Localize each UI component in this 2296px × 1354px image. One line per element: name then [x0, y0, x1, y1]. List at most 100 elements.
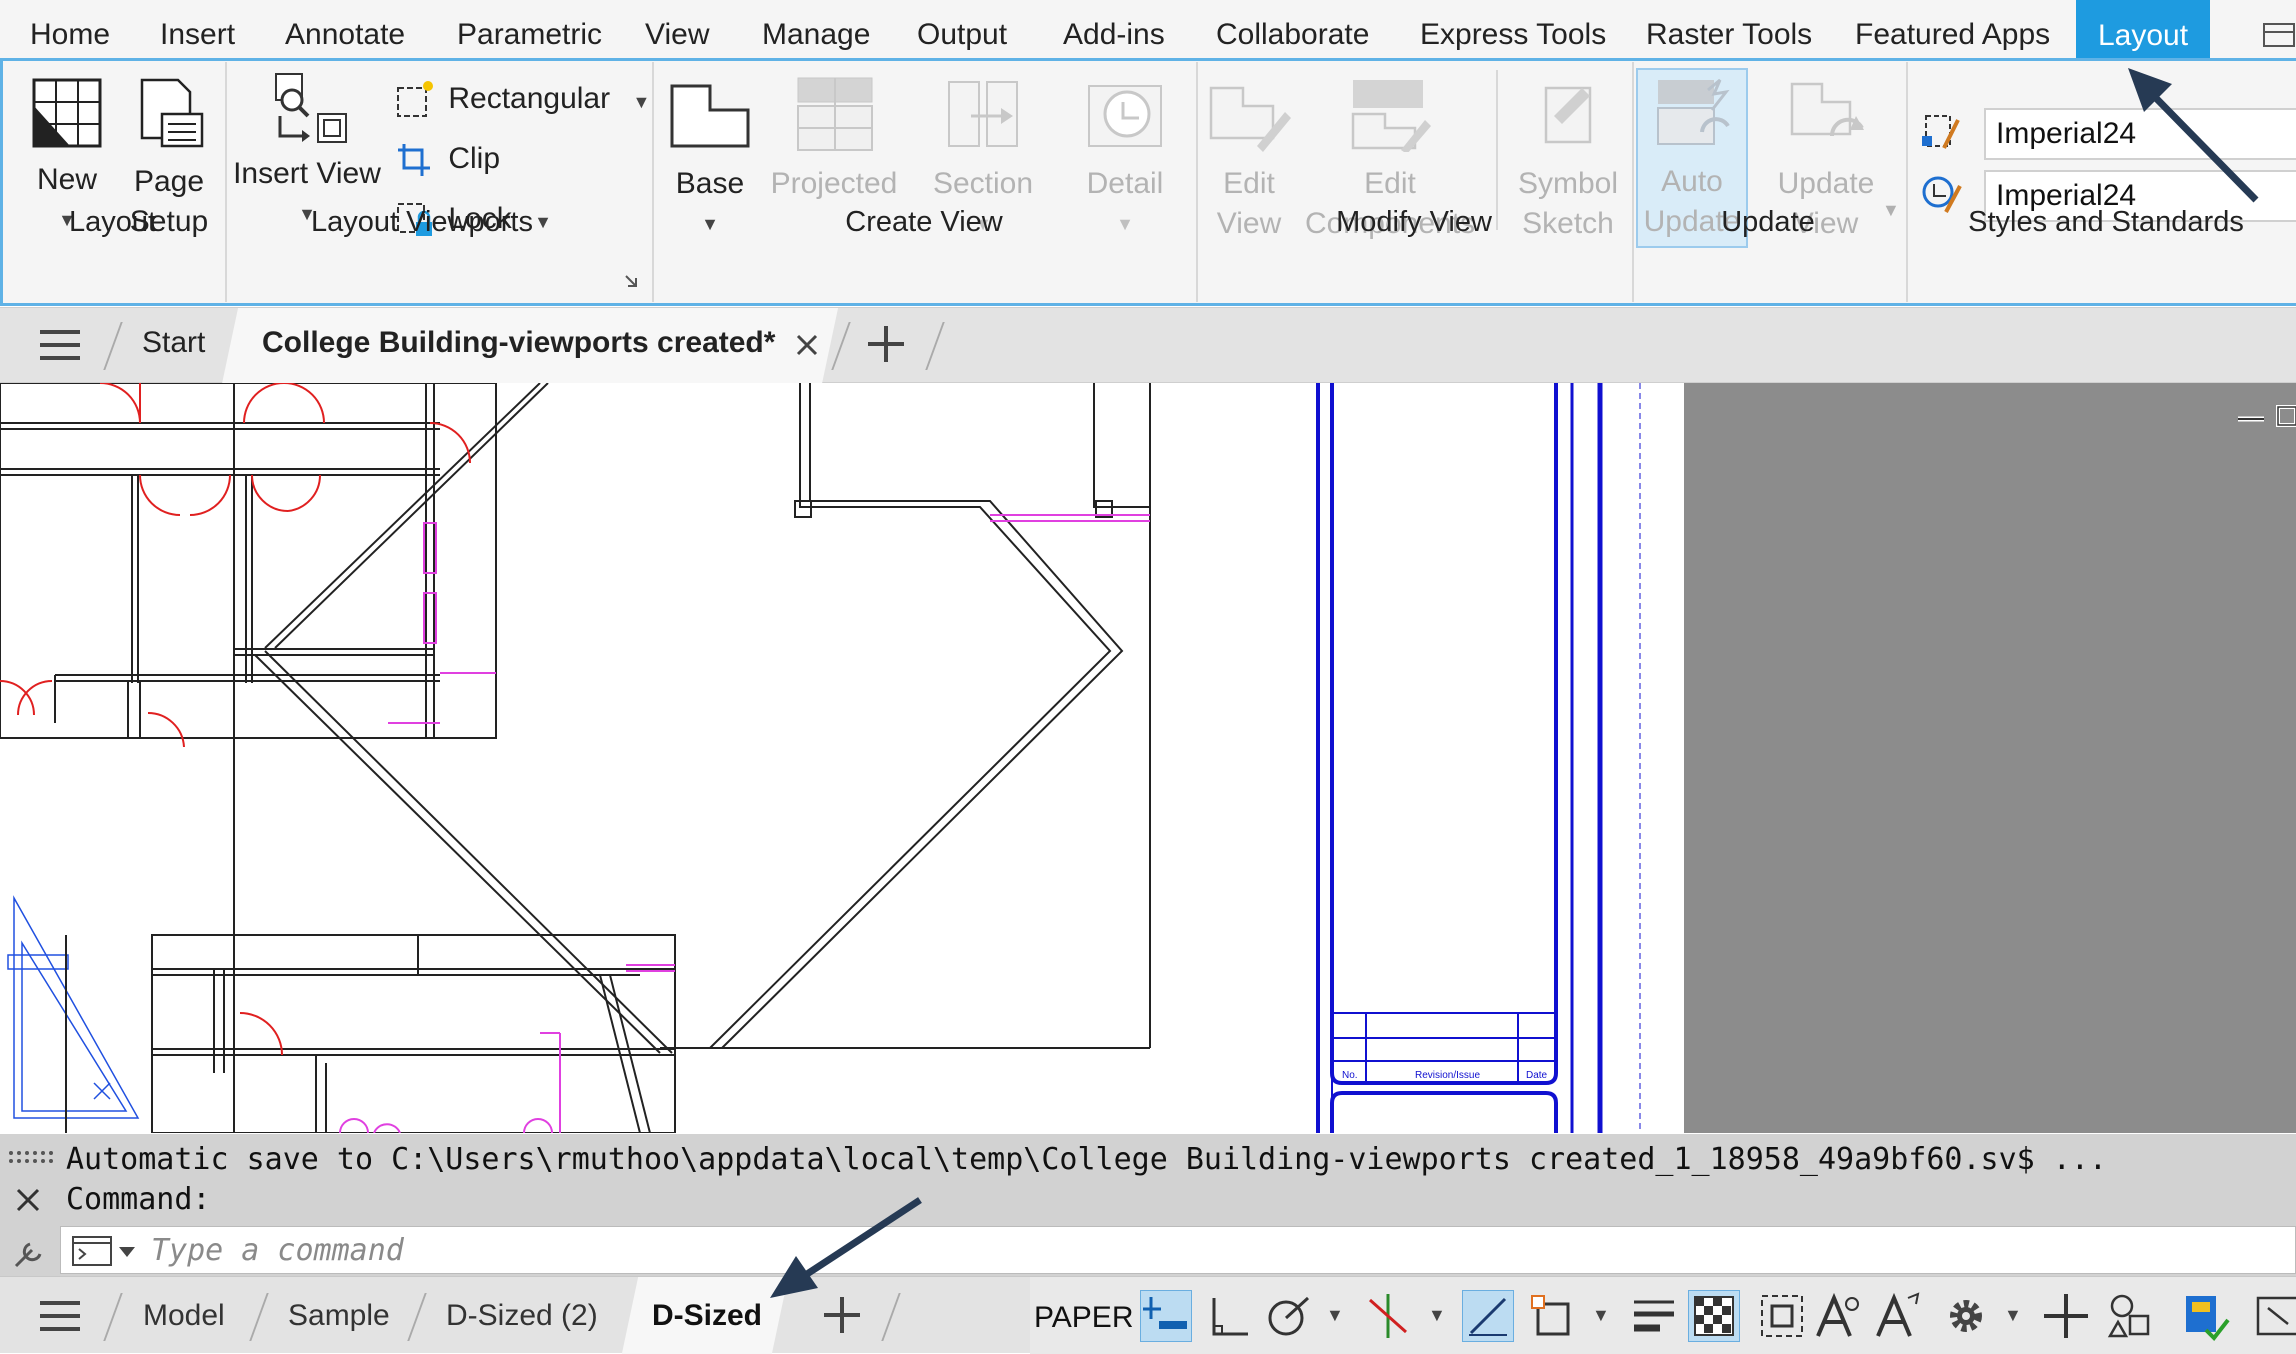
- drawing-canvas[interactable]: No. Revision/Issue Date: [0, 383, 2296, 1133]
- command-placeholder: Type a command: [151, 1233, 404, 1268]
- tab-annotate[interactable]: Annotate: [285, 0, 405, 60]
- polar-tracking-icon[interactable]: [1262, 1290, 1314, 1342]
- command-history-line-2: Command:: [66, 1182, 211, 1217]
- layout-tab-model[interactable]: Model: [143, 1299, 225, 1333]
- hardware-acceleration-icon[interactable]: [2180, 1290, 2232, 1342]
- rectangular-label: Rectangular: [448, 82, 611, 115]
- object-snap-icon: [1469, 1297, 1507, 1336]
- tab-output[interactable]: Output: [917, 0, 1007, 60]
- viewport-maximize-toggle[interactable]: [1140, 1290, 1192, 1342]
- new-tab-plus-icon[interactable]: [866, 324, 906, 364]
- insert-view-label: Insert View: [233, 157, 381, 190]
- dialog-launcher-icon[interactable]: [624, 274, 638, 288]
- tab-insert[interactable]: Insert: [160, 0, 235, 60]
- transparency-toggle[interactable]: [1688, 1290, 1740, 1342]
- command-input-row: Type a command: [0, 1224, 2296, 1276]
- isolate-objects-icon[interactable]: [2104, 1290, 2156, 1342]
- tab-layout[interactable]: Layout: [2076, 0, 2210, 60]
- transparency-icon: [1694, 1296, 1734, 1336]
- base-label: Base: [675, 167, 745, 200]
- tab-featured-apps[interactable]: Featured Apps: [1855, 0, 2050, 60]
- close-tab-icon[interactable]: [794, 332, 820, 358]
- tab-collaborate[interactable]: Collaborate: [1216, 0, 1369, 60]
- status-bar: Model Sample D-Sized (2) D-Sized PAPER ▼…: [0, 1276, 2296, 1354]
- gear-icon[interactable]: [1940, 1290, 1992, 1342]
- plus-icon[interactable]: [2040, 1290, 2092, 1342]
- title-block-col-no: No.: [1342, 1070, 1358, 1081]
- maximize-viewport-icon: [1143, 1297, 1187, 1329]
- title-block-col-revision: Revision/Issue: [1415, 1070, 1480, 1081]
- insert-view-icon: [275, 73, 347, 143]
- file-tab-bar: Start College Building-viewports created…: [0, 307, 2296, 384]
- tab-raster-tools[interactable]: Raster Tools: [1646, 0, 1812, 60]
- layout-tab-d-sized-2[interactable]: D-Sized (2): [446, 1299, 598, 1333]
- tab-manage[interactable]: Manage: [762, 0, 870, 60]
- tab-add-ins[interactable]: Add-ins: [1063, 0, 1165, 60]
- new-layout-label: New: [36, 163, 97, 196]
- panel-title-layout-viewports: Layout Viewports: [311, 206, 533, 238]
- symbol-sketch-icon: [1544, 86, 1592, 144]
- edit-view-icon: [1209, 86, 1291, 152]
- new-layout-icon: [32, 78, 102, 148]
- grip-handle-icon[interactable]: [8, 1150, 56, 1164]
- file-tab-college-building[interactable]: College Building-viewports created*: [262, 326, 775, 360]
- projected-view-button[interactable]: Projected: [764, 76, 904, 204]
- file-tab-start[interactable]: Start: [142, 326, 205, 360]
- command-input[interactable]: Type a command: [60, 1226, 2296, 1274]
- command-history-panel: Automatic save to C:\Users\rmuthoo\appda…: [0, 1134, 2296, 1224]
- clip-viewport-button[interactable]: Clip: [394, 134, 500, 184]
- panel-title-layout: Layout: [68, 206, 157, 238]
- hamburger-menu-icon[interactable]: [38, 326, 82, 366]
- rectangular-viewport-icon: [397, 81, 433, 118]
- auto-update-icon: [1657, 78, 1730, 145]
- layout-menu-hamburger-icon[interactable]: [38, 1297, 82, 1337]
- tab-view[interactable]: View: [645, 0, 709, 60]
- clip-icon: [398, 144, 430, 177]
- chevron-down-icon[interactable]: ▼: [2004, 1305, 2022, 1326]
- customization-icon[interactable]: [2254, 1290, 2296, 1342]
- ribbon-minimize-icon[interactable]: [2262, 22, 2296, 48]
- object-snap-toggle[interactable]: [1462, 1290, 1514, 1342]
- section-label: Section: [932, 167, 1034, 200]
- update-view-label-1: Update: [1777, 167, 1875, 200]
- viewport-controls-icon[interactable]: [2234, 403, 2296, 429]
- layout-tab-d-sized[interactable]: D-Sized: [652, 1299, 762, 1333]
- ortho-mode-icon[interactable]: [1204, 1290, 1256, 1342]
- detail-view-icon: [1088, 85, 1162, 147]
- chevron-down-icon[interactable]: ▼: [1592, 1305, 1610, 1326]
- customize-wrench-icon[interactable]: [10, 1234, 50, 1270]
- section-view-icon: [948, 81, 1018, 147]
- close-command-line-icon[interactable]: [14, 1186, 42, 1214]
- annotation-arrow-to-d-sized-tab: [770, 1197, 922, 1298]
- auto-scale-icon[interactable]: [1872, 1290, 1924, 1342]
- auto-update-label-1: Auto: [1661, 165, 1723, 198]
- object-snap-tracking-icon[interactable]: [1362, 1290, 1414, 1342]
- edit-view-label-1: Edit: [1223, 167, 1275, 200]
- command-history-line-1: Automatic save to C:\Users\rmuthoo\appda…: [66, 1142, 2107, 1177]
- lineweight-icon[interactable]: [1628, 1290, 1680, 1342]
- panel-title-create-view: Create View: [845, 206, 1003, 238]
- 2d-object-snap-icon[interactable]: [1528, 1290, 1580, 1342]
- tab-express-tools[interactable]: Express Tools: [1420, 0, 1606, 60]
- projected-view-icon: [797, 77, 873, 151]
- tab-home[interactable]: Home: [30, 0, 110, 60]
- chevron-down-icon[interactable]: ▼: [1428, 1305, 1446, 1326]
- paper-background: [1684, 383, 2296, 1133]
- page-setup-label-1: Page: [133, 165, 205, 198]
- tab-parametric[interactable]: Parametric: [457, 0, 602, 60]
- update-view-icon: [1790, 82, 1864, 137]
- paper-space-toggle[interactable]: PAPER: [1034, 1301, 1133, 1335]
- projected-label: Projected: [770, 167, 898, 200]
- ribbon-tab-bar: Home Insert Annotate Parametric View Man…: [0, 0, 2296, 60]
- symbol-sketch-label-1: Symbol: [1517, 167, 1619, 200]
- chevron-down-icon[interactable]: ▼: [1326, 1305, 1344, 1326]
- command-prompt-icon[interactable]: [71, 1235, 141, 1267]
- base-view-icon: [670, 84, 750, 148]
- layout-tab-sample[interactable]: Sample: [288, 1299, 390, 1333]
- annotation-visibility-icon[interactable]: [1812, 1290, 1864, 1342]
- rectangular-viewport-button[interactable]: Rectangular ▼: [394, 74, 650, 124]
- floor-plan-drawing: No. Revision/Issue Date: [0, 383, 1641, 1133]
- selection-cycling-icon[interactable]: [1756, 1290, 1808, 1342]
- panel-title-update: Update: [1721, 206, 1815, 238]
- annotation-arrow-to-layout-tab: [2128, 68, 2259, 203]
